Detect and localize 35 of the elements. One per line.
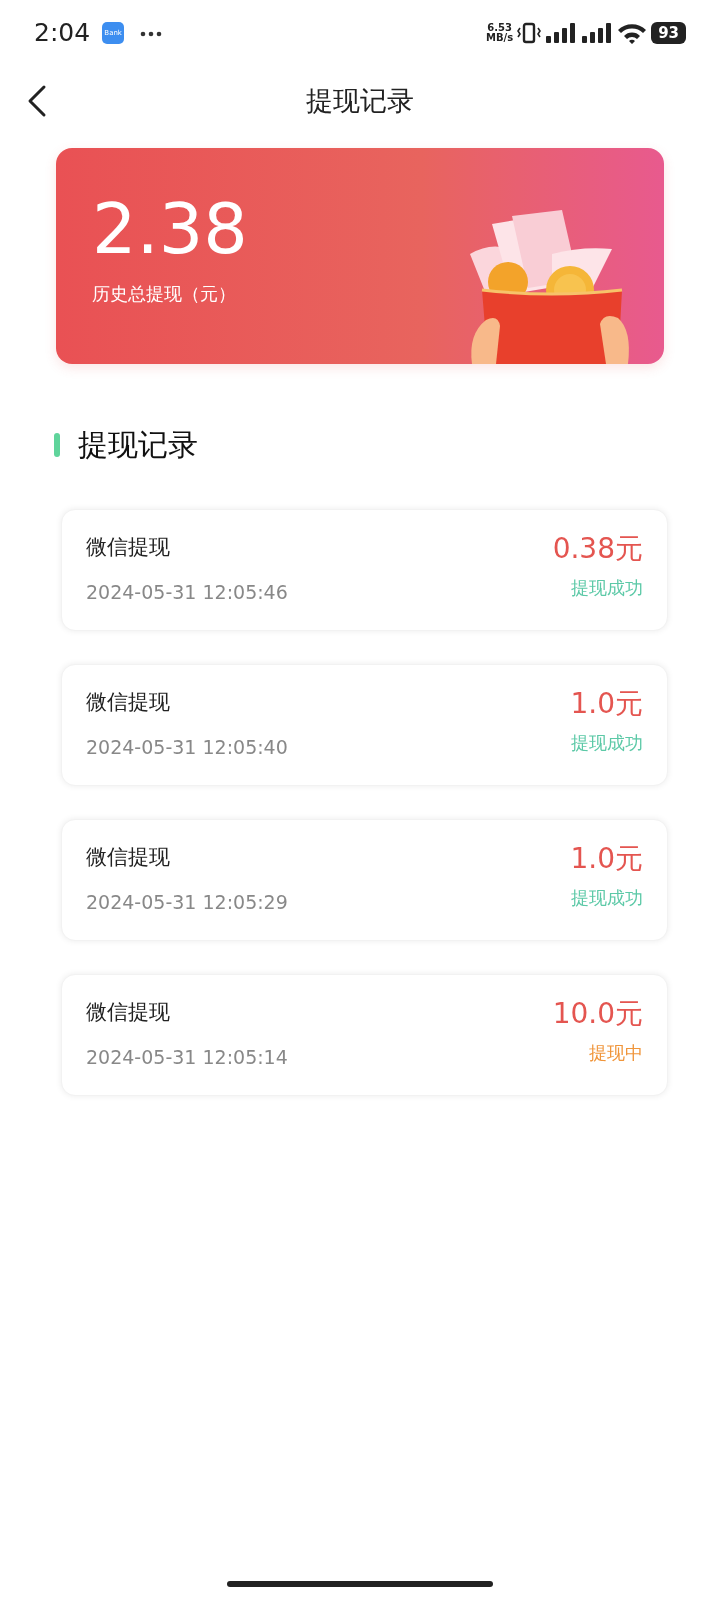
network-speed: 6.53 [486, 23, 513, 33]
total-label: 历史总提现（元） [92, 282, 236, 306]
more-icon [140, 30, 163, 37]
network-unit: MB/s [485, 33, 514, 43]
record-amount: 1.0元 [570, 687, 643, 721]
withdraw-method: 微信提现 [86, 844, 171, 871]
withdraw-method: 微信提现 [86, 999, 171, 1026]
wifi-icon [617, 22, 648, 44]
record-card[interactable]: 微信提现 2024-05-31 12:05:14 10.0元 提现中 [61, 974, 668, 1096]
record-status: 提现成功 [570, 885, 643, 910]
back-button[interactable] [26, 84, 48, 118]
signal-icon [581, 22, 614, 44]
withdraw-method: 微信提现 [86, 689, 171, 716]
record-amount: 0.38元 [552, 532, 643, 566]
record-amount: 10.0元 [552, 997, 643, 1031]
record-status: 提现成功 [570, 730, 643, 755]
record-status: 提现中 [588, 1040, 643, 1065]
record-time: 2024-05-31 12:05:14 [86, 1044, 288, 1070]
record-card[interactable]: 微信提现 2024-05-31 12:05:40 1.0元 提现成功 [61, 664, 668, 786]
record-status: 提现成功 [570, 575, 643, 600]
section-marker [54, 432, 60, 457]
battery-level: 93 [651, 22, 686, 44]
record-time: 2024-05-31 12:05:29 [86, 889, 288, 915]
record-time: 2024-05-31 12:05:46 [86, 579, 288, 605]
record-card[interactable]: 微信提现 2024-05-31 12:05:29 1.0元 提现成功 [61, 819, 668, 941]
section-title: 提现记录 [78, 426, 198, 464]
record-card[interactable]: 微信提现 2024-05-31 12:05:46 0.38元 提现成功 [61, 509, 668, 631]
signal-icon [545, 22, 578, 44]
withdraw-method: 微信提现 [86, 534, 171, 561]
record-time: 2024-05-31 12:05:40 [86, 734, 288, 760]
record-amount: 1.0元 [570, 842, 643, 876]
vibrate-icon [517, 22, 542, 44]
total-amount: 2.38 [92, 194, 248, 264]
page-title: 提现记录 [306, 83, 414, 118]
status-time: 2:04 [34, 17, 91, 50]
